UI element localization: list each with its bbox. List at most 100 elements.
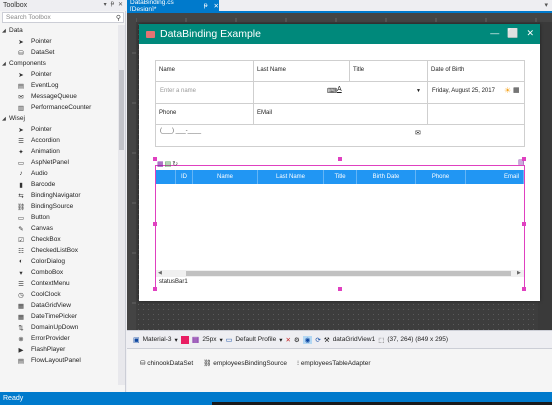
col-name[interactable]: Name: [193, 170, 258, 184]
grid-icon[interactable]: ▦: [192, 335, 200, 344]
chevron-down-icon[interactable]: ▾: [279, 336, 282, 344]
collapse-arrow-icon[interactable]: ◢: [2, 28, 9, 34]
refresh-icon[interactable]: ↻: [172, 160, 178, 168]
close-icon[interactable]: ✕: [118, 1, 123, 8]
toolbox-item[interactable]: ♪ Audio: [0, 168, 118, 179]
name-label: Name: [159, 67, 176, 73]
minimize-icon[interactable]: —: [490, 28, 499, 39]
toolbox-item[interactable]: ▥ PerformanceCounter: [0, 102, 118, 113]
sync-icon[interactable]: ⟳: [315, 336, 320, 344]
scroll-left-icon[interactable]: ◀: [158, 270, 162, 276]
delete-icon[interactable]: ✕: [285, 336, 290, 344]
eye-icon[interactable]: ◉: [302, 335, 313, 344]
toolbox-item[interactable]: ▾ ComboBox: [0, 267, 118, 278]
collapse-arrow-icon[interactable]: ◢: [2, 116, 9, 122]
toolbox-item[interactable]: ➤ Pointer: [0, 124, 118, 135]
email-input[interactable]: [256, 124, 426, 141]
chevron-down-icon[interactable]: ▾: [219, 336, 222, 344]
grid-tag-icon[interactable]: ▦: [157, 160, 164, 168]
toolbox-item[interactable]: ▦ DataGridView: [0, 300, 118, 311]
col-lastname[interactable]: Last Name: [258, 170, 324, 184]
form-title-bar[interactable]: DataBinding Example — ⬜ ✕: [139, 24, 540, 44]
pointer-icon: ➤: [18, 126, 24, 134]
col-phone[interactable]: Phone: [416, 170, 466, 184]
toolbox-item[interactable]: ▤ EventLog: [0, 80, 118, 91]
toolbox-category-data[interactable]: ◢ Data: [0, 25, 118, 36]
resize-handle[interactable]: [522, 222, 526, 226]
resize-handle[interactable]: [153, 157, 157, 161]
toolbox-item[interactable]: ▭ Button: [0, 212, 118, 223]
toolbox-item[interactable]: ⇅ DomainUpDown: [0, 322, 118, 333]
toolbox-item[interactable]: ✉ MessageQueue: [0, 91, 118, 102]
col-title[interactable]: Title: [324, 170, 357, 184]
toolbox-item[interactable]: ▭ AspNetPanel: [0, 157, 118, 168]
resize-handle[interactable]: [522, 157, 526, 161]
phone-input[interactable]: (___) ___-____: [160, 128, 201, 134]
toolbox-item[interactable]: ▤ FlowLayoutPanel: [0, 355, 118, 366]
chevron-down-icon[interactable]: ▾: [175, 336, 178, 344]
resize-handle[interactable]: [338, 157, 342, 161]
tray-item-bindingsource[interactable]: ⛓ employeesBindingSource: [203, 359, 287, 367]
title-combobox[interactable]: [351, 83, 425, 100]
col-id[interactable]: ID: [176, 170, 193, 184]
grid-body[interactable]: [156, 184, 524, 270]
toolbox-item[interactable]: ➤ Pointer: [0, 36, 118, 47]
pin-icon[interactable]: ᵽ: [204, 2, 208, 9]
calendar-icon[interactable]: ▦: [513, 86, 520, 94]
font-icon[interactable]: A: [337, 86, 342, 93]
grid-hscroll-thumb[interactable]: [186, 271, 511, 276]
toolbox-category-components[interactable]: ◢ Components: [0, 58, 118, 69]
name-input[interactable]: Enter a name: [160, 88, 196, 94]
theme-select[interactable]: Material-3: [143, 336, 172, 343]
grid-size-select[interactable]: 25px: [202, 336, 216, 343]
pin-icon[interactable]: ᵽ: [111, 1, 114, 8]
divider: [155, 81, 525, 82]
toolbox-item[interactable]: ✎ Canvas: [0, 223, 118, 234]
col-email[interactable]: Email: [466, 170, 524, 184]
toolbox-item[interactable]: ◐ ColorDialog: [0, 256, 118, 267]
resize-handle[interactable]: [153, 222, 157, 226]
color-swatch[interactable]: [180, 335, 189, 344]
toolbox-item[interactable]: ⇆ BindingNavigator: [0, 190, 118, 201]
tools-icon[interactable]: ⚙: [294, 336, 300, 344]
toolbox-item[interactable]: ☰ Accordion: [0, 135, 118, 146]
collapse-arrow-icon[interactable]: ◢: [2, 61, 9, 67]
sun-icon[interactable]: ☀: [504, 86, 511, 95]
tray-item-dataset[interactable]: ⛁ chinookDataSet: [140, 359, 193, 367]
grid-columns-icon[interactable]: ▤: [165, 160, 172, 168]
scroll-right-icon[interactable]: ▶: [517, 270, 521, 276]
keyboard-icon[interactable]: ⌨: [327, 87, 337, 95]
mail-icon[interactable]: ✉: [415, 129, 421, 137]
toolbox-item[interactable]: ▮ Barcode: [0, 179, 118, 190]
toolbox-item[interactable]: ➤ Pointer: [0, 69, 118, 80]
tab-overflow-icon[interactable]: ▾: [544, 1, 548, 9]
dropdown-icon[interactable]: ▾: [104, 1, 107, 8]
form-statusbar[interactable]: statusBar1: [156, 277, 524, 287]
toolbox-item[interactable]: ☷ CheckedListBox: [0, 245, 118, 256]
toolbox-item[interactable]: ▶ FlashPlayer: [0, 344, 118, 355]
profile-select[interactable]: Default Profile: [235, 336, 276, 343]
close-icon[interactable]: ✕: [214, 2, 219, 10]
toolbox-category-wisej[interactable]: ◢ Wisej: [0, 113, 118, 124]
tray-item-tableadapter[interactable]: ⁝ employeesTableAdapter: [297, 359, 371, 367]
toolbox-item[interactable]: ⛓ BindingSource: [0, 201, 118, 212]
tab-databinding-design[interactable]: DataBinding.cs [Design]* ᵽ ✕: [127, 0, 219, 13]
toolbox-item[interactable]: ☑ CheckBox: [0, 234, 118, 245]
toolbox-search-input[interactable]: Search Toolbox ⚲: [2, 12, 124, 23]
toolbox-item[interactable]: ⊗ ErrorProvider: [0, 333, 118, 344]
dob-picker[interactable]: Friday, August 25, 2017: [432, 88, 495, 94]
close-icon[interactable]: ✕: [526, 28, 534, 39]
toolbox-scroll-thumb[interactable]: [119, 70, 124, 150]
resize-handle[interactable]: [338, 287, 342, 291]
toolbox-item[interactable]: ◷ CoolClock: [0, 289, 118, 300]
chevron-down-icon[interactable]: ▼: [416, 88, 421, 94]
resize-handle[interactable]: [153, 287, 157, 291]
col-birthdate[interactable]: Birth Date: [357, 170, 416, 184]
maximize-icon[interactable]: ⬜: [507, 28, 518, 39]
toolbox-item[interactable]: ✦ Animation: [0, 146, 118, 157]
resize-handle[interactable]: [522, 287, 526, 291]
search-icon[interactable]: ⚲: [116, 14, 121, 22]
toolbox-item[interactable]: ☰ ContextMenu: [0, 278, 118, 289]
toolbox-item[interactable]: ⛁ DataSet: [0, 47, 118, 58]
toolbox-item[interactable]: ▦ DateTimePicker: [0, 311, 118, 322]
